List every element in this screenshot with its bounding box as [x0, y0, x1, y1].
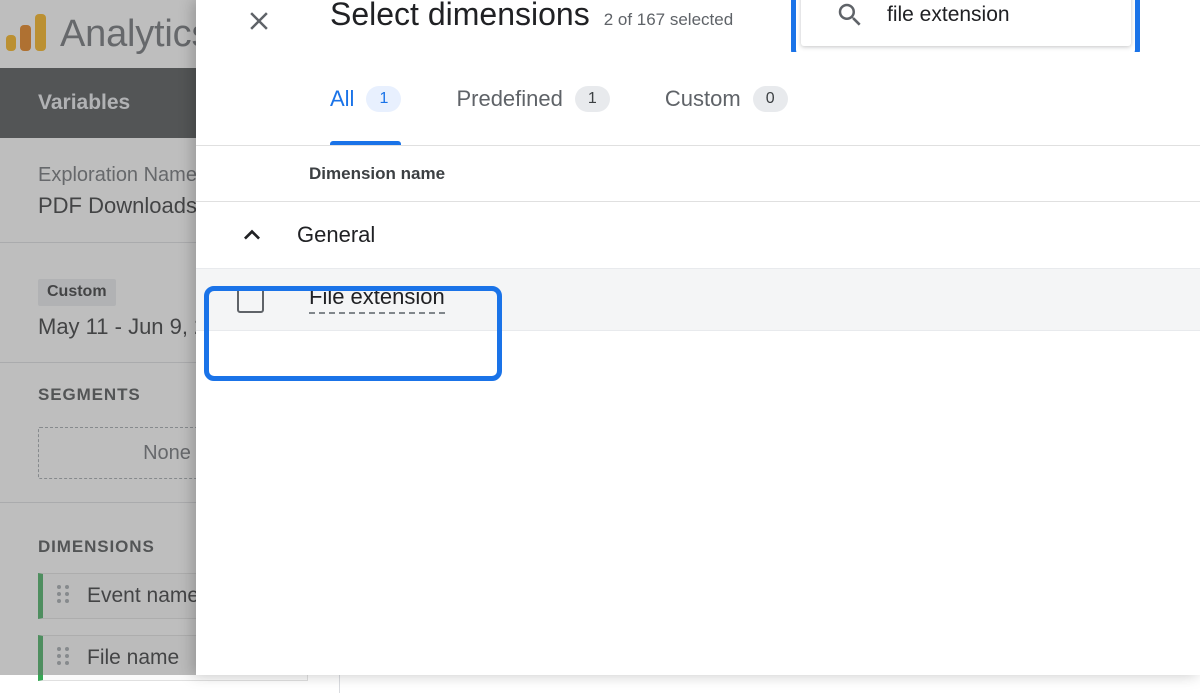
close-button[interactable]	[240, 2, 278, 40]
dialog-selection-count: 2 of 167 selected	[603, 10, 734, 29]
dialog-empty-body	[196, 331, 1200, 631]
tab-predefined-label: Predefined	[456, 86, 563, 111]
dimension-chip-label: File name	[87, 646, 180, 669]
tab-predefined[interactable]: Predefined 1	[456, 52, 610, 146]
tab-predefined-count: 1	[574, 86, 610, 112]
dimension-chip-label: Event name	[87, 584, 200, 607]
tab-custom[interactable]: Custom 0	[665, 52, 788, 146]
select-dimensions-dialog: Select dimensions 2 of 167 selected All …	[196, 0, 1200, 675]
date-range-badge: Custom	[38, 279, 116, 306]
dimension-type-tabs: All 1 Predefined 1 Custom 0	[196, 52, 1200, 146]
dimension-name-column-label: Dimension name	[309, 163, 446, 183]
dimension-group-label: General	[297, 222, 376, 247]
dialog-title-group: Select dimensions 2 of 167 selected	[330, 0, 733, 33]
app-brand-title: Analytics	[60, 12, 211, 55]
google-analytics-logo-icon	[6, 14, 50, 54]
tab-all-label: All	[330, 86, 355, 111]
dimension-row-checkbox[interactable]	[237, 286, 264, 313]
search-input[interactable]	[887, 3, 1117, 27]
tabs-divider	[196, 145, 1200, 146]
drag-handle-icon[interactable]	[57, 647, 75, 669]
chevron-up-icon[interactable]	[232, 219, 272, 251]
search-icon	[838, 3, 861, 26]
dialog-title: Select dimensions	[330, 0, 590, 32]
dimension-group-general[interactable]: General	[196, 202, 1200, 268]
segments-dropzone-label: None	[143, 441, 191, 464]
tab-custom-label: Custom	[664, 86, 741, 111]
dialog-header: Select dimensions 2 of 167 selected	[196, 0, 1200, 60]
tab-all[interactable]: All 1	[330, 52, 402, 146]
variables-panel-title: Variables	[38, 91, 131, 114]
dimension-name-column-header: Dimension name	[196, 146, 1200, 202]
tab-custom-count: 0	[752, 86, 788, 112]
dimension-row-file-extension[interactable]: File extension	[196, 268, 1200, 331]
dimension-row-label: File extension	[309, 285, 445, 314]
tab-all-count: 1	[366, 86, 402, 112]
drag-handle-icon[interactable]	[57, 585, 75, 607]
search-field[interactable]	[801, 0, 1131, 46]
close-icon	[250, 12, 268, 30]
